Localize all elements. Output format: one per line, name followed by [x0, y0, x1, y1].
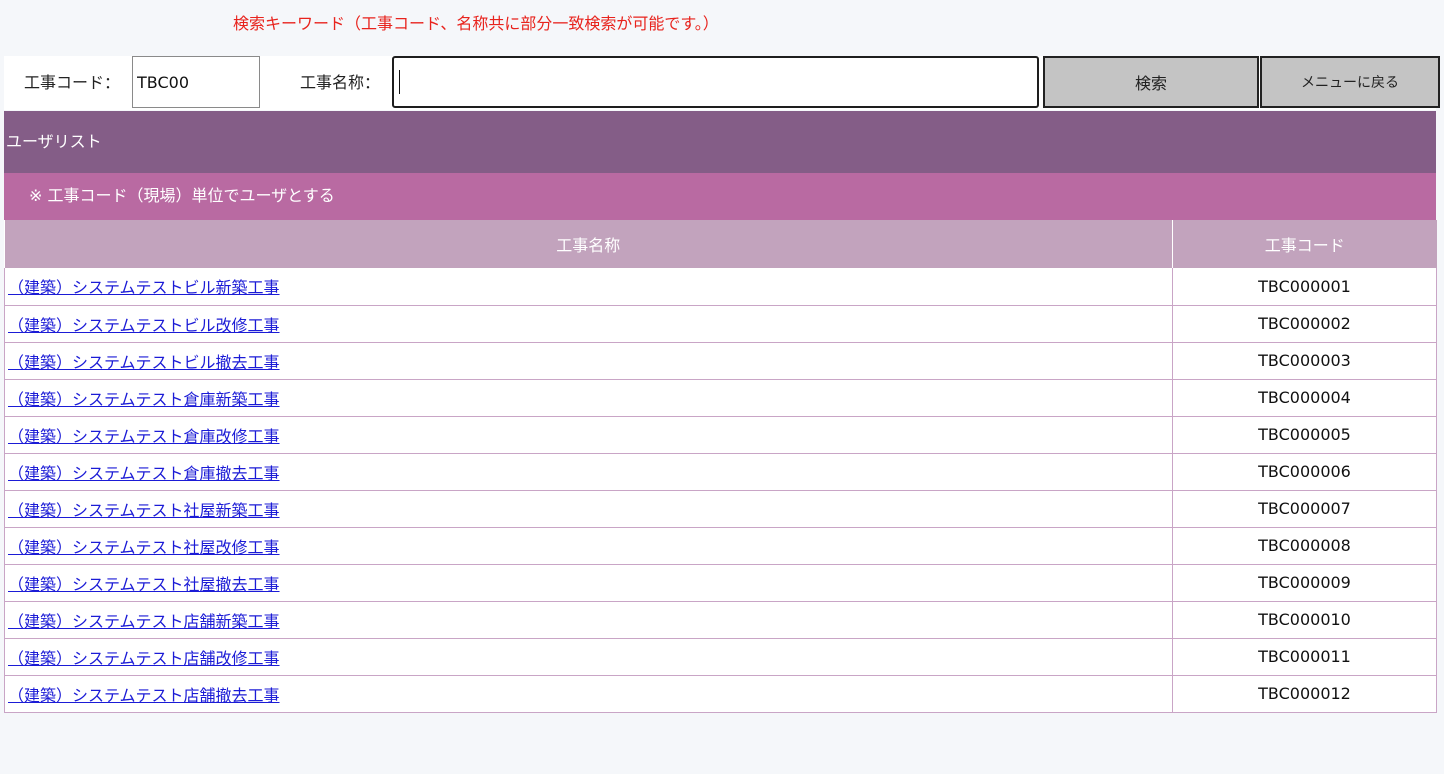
table-row: （建築）システムテスト倉庫新築工事 TBC000004 [4, 379, 1437, 417]
table-row: （建築）システムテストビル撤去工事 TBC000003 [4, 342, 1437, 380]
table-row: （建築）システムテスト社屋新築工事 TBC000007 [4, 490, 1437, 528]
table-row: （建築）システムテスト店舗新築工事 TBC000010 [4, 601, 1437, 639]
project-code-cell: TBC000008 [1172, 527, 1437, 565]
project-name-cell: （建築）システムテスト店舗新築工事 [4, 601, 1173, 639]
project-name-cell: （建築）システムテスト倉庫撤去工事 [4, 453, 1173, 491]
project-name-link[interactable]: （建築）システムテスト店舗改修工事 [8, 649, 280, 668]
user-list-note: ※ 工事コード（現場）単位でユーザとする [4, 173, 1436, 220]
search-button[interactable]: 検索 [1043, 56, 1259, 108]
table-header-row: 工事名称 工事コード [4, 220, 1437, 268]
project-code-cell: TBC000004 [1172, 379, 1437, 417]
project-name-cell: （建築）システムテストビル撤去工事 [4, 342, 1173, 380]
table-row: （建築）システムテストビル新築工事 TBC000001 [4, 268, 1437, 306]
project-code-cell: TBC000012 [1172, 675, 1437, 713]
project-name-link[interactable]: （建築）システムテスト社屋改修工事 [8, 538, 280, 557]
user-list-title: ユーザリスト [4, 111, 1436, 173]
project-code-cell: TBC000005 [1172, 416, 1437, 454]
back-to-menu-button[interactable]: メニューに戻る [1260, 56, 1440, 108]
project-name-cell: （建築）システムテストビル改修工事 [4, 305, 1173, 343]
project-code-cell: TBC000010 [1172, 601, 1437, 639]
project-name-cell: （建築）システムテスト社屋改修工事 [4, 527, 1173, 565]
project-table: 工事名称 工事コード （建築）システムテストビル新築工事 TBC000001 （建築… [4, 220, 1437, 713]
project-code-cell: TBC000003 [1172, 342, 1437, 380]
project-name-cell: （建築）システムテスト店舗撤去工事 [4, 675, 1173, 713]
project-code-cell: TBC000009 [1172, 564, 1437, 602]
project-name-link[interactable]: （建築）システムテスト社屋撤去工事 [8, 575, 280, 594]
project-name-link[interactable]: （建築）システムテストビル撤去工事 [8, 353, 280, 372]
project-name-cell: （建築）システムテスト社屋新築工事 [4, 490, 1173, 528]
table-row: （建築）システムテストビル改修工事 TBC000002 [4, 305, 1437, 343]
project-code-cell: TBC000001 [1172, 268, 1437, 306]
table-body: （建築）システムテストビル新築工事 TBC000001 （建築）システムテストビル改… [4, 268, 1437, 713]
project-name-link[interactable]: （建築）システムテスト店舗撤去工事 [8, 686, 280, 705]
project-code-cell: TBC000011 [1172, 638, 1437, 676]
project-code-cell: TBC000006 [1172, 453, 1437, 491]
table-row: （建築）システムテスト社屋撤去工事 TBC000009 [4, 564, 1437, 602]
table-row: （建築）システムテスト倉庫改修工事 TBC000005 [4, 416, 1437, 454]
search-hint: 検索キーワード（工事コード、名称共に部分一致検索が可能です。） [233, 14, 719, 33]
project-code-input[interactable] [132, 56, 260, 108]
project-name-link[interactable]: （建築）システムテスト倉庫撤去工事 [8, 464, 280, 483]
project-name-link[interactable]: （建築）システムテスト倉庫新築工事 [8, 390, 280, 409]
column-header-project-code: 工事コード [1172, 220, 1437, 268]
project-name-cell: （建築）システムテスト倉庫新築工事 [4, 379, 1173, 417]
project-code-cell: TBC000002 [1172, 305, 1437, 343]
table-row: （建築）システムテスト倉庫撤去工事 TBC000006 [4, 453, 1437, 491]
project-name-link[interactable]: （建築）システムテストビル新築工事 [8, 278, 280, 297]
project-name-cell: （建築）システムテストビル新築工事 [4, 268, 1173, 306]
text-caret [399, 70, 400, 94]
column-header-project-name: 工事名称 [4, 220, 1173, 268]
table-row: （建築）システムテスト社屋改修工事 TBC000008 [4, 527, 1437, 565]
project-name-link[interactable]: （建築）システムテスト倉庫改修工事 [8, 427, 280, 446]
project-name-cell: （建築）システムテスト社屋撤去工事 [4, 564, 1173, 602]
project-name-cell: （建築）システムテスト倉庫改修工事 [4, 416, 1173, 454]
project-name-link[interactable]: （建築）システムテスト社屋新築工事 [8, 501, 280, 520]
project-name-link[interactable]: （建築）システムテストビル改修工事 [8, 316, 280, 335]
project-name-link[interactable]: （建築）システムテスト店舗新築工事 [8, 612, 280, 631]
project-name-cell: （建築）システムテスト店舗改修工事 [4, 638, 1173, 676]
table-row: （建築）システムテスト店舗撤去工事 TBC000012 [4, 675, 1437, 713]
project-name-input[interactable] [392, 56, 1039, 108]
page: 検索キーワード（工事コード、名称共に部分一致検索が可能です。） 工事コード： 工… [0, 0, 1444, 774]
project-name-label: 工事名称： [300, 73, 381, 92]
search-bar: 工事コード： 工事名称： 検索 メニューに戻る [4, 56, 1440, 110]
project-code-cell: TBC000007 [1172, 490, 1437, 528]
project-code-label: 工事コード： [24, 73, 121, 92]
table-row: （建築）システムテスト店舗改修工事 TBC000011 [4, 638, 1437, 676]
